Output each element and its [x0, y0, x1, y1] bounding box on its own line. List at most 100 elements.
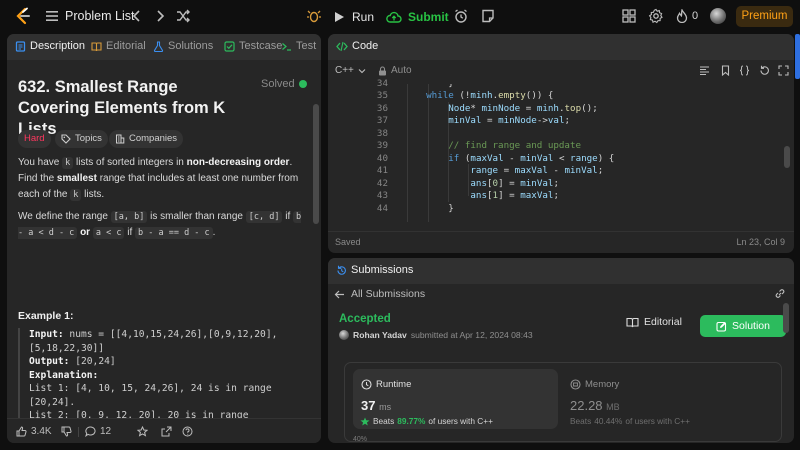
saved-status: Saved	[335, 237, 361, 247]
chevron-down-icon	[358, 67, 366, 75]
companies-button[interactable]: Companies	[109, 130, 184, 148]
fullscreen-icon[interactable]	[778, 65, 789, 76]
next-problem-icon[interactable]	[152, 8, 168, 24]
submit-button[interactable]: Submit	[386, 7, 449, 27]
submitter-avatar[interactable]	[339, 330, 349, 340]
curly-braces-icon[interactable]	[739, 65, 750, 76]
auto-mode-label: Auto	[391, 65, 412, 76]
page-scroll-indicator[interactable]	[795, 34, 800, 79]
premium-button[interactable]: Premium	[736, 6, 793, 27]
play-icon	[333, 11, 345, 23]
runtime-card[interactable]: Runtime 37 ms Beats 89.77% of users with…	[353, 369, 558, 429]
thumbs-down-icon[interactable]	[61, 426, 72, 437]
share-icon[interactable]	[161, 426, 172, 437]
beats-badge-icon	[360, 417, 370, 426]
tab-test-result[interactable]: Test	[281, 40, 316, 52]
code-line-36: Node* minNode = minh.top();	[448, 102, 598, 114]
help-icon[interactable]	[182, 426, 193, 437]
language-label: C++	[335, 65, 354, 76]
line-number: 35	[376, 90, 388, 101]
streak-counter[interactable]: 0	[676, 9, 698, 23]
code-brackets-icon	[336, 41, 348, 52]
user-avatar[interactable]	[710, 8, 726, 24]
runtime-label: Runtime	[376, 379, 412, 390]
run-button[interactable]: Run	[333, 7, 374, 27]
auto-mode[interactable]: Auto	[378, 65, 412, 76]
tab-editorial[interactable]: Editorial	[91, 40, 146, 52]
shuffle-icon[interactable]	[175, 8, 191, 24]
code-scrollbar[interactable]	[784, 146, 790, 168]
building-icon	[115, 134, 125, 144]
tab-solutions[interactable]: Solutions	[153, 40, 213, 52]
code-editor[interactable]: } while (!minh.empty()) { Node* minNode …	[404, 84, 784, 222]
layout-grid-icon[interactable]	[621, 8, 637, 24]
all-submissions-label: All Submissions	[351, 288, 426, 300]
arrow-left-icon	[334, 289, 345, 300]
tab-solutions-label: Solutions	[168, 40, 214, 52]
line-number: 41	[376, 165, 388, 176]
all-submissions-link[interactable]: All Submissions	[334, 288, 425, 300]
streak-count: 0	[692, 10, 699, 22]
line-number: 40	[376, 152, 388, 164]
star-icon[interactable]	[137, 426, 148, 437]
code-line-42: ans[0] = minVal;	[470, 177, 559, 189]
leetcode-logo-icon[interactable]	[14, 7, 32, 25]
settings-gear-icon[interactable]	[648, 8, 664, 24]
comment-count: 12	[100, 426, 112, 437]
code-line-40: if (maxVal - minVal < range) {	[448, 152, 615, 164]
editorial-button-label: Editorial	[644, 316, 682, 328]
line-number: 43	[376, 190, 388, 201]
topics-button[interactable]: Topics	[55, 130, 108, 148]
problem-list-icon[interactable]	[44, 8, 60, 24]
tag-icon	[61, 134, 71, 144]
top-bar: Problem List Run Submit 0 Premium	[0, 0, 800, 33]
notes-icon[interactable]	[480, 8, 496, 24]
tab-testcase[interactable]: Testcase	[224, 40, 282, 52]
code-line-43: ans[1] = maxVal;	[470, 190, 559, 201]
submitter-name[interactable]: Rohan Yadav	[353, 330, 407, 340]
like-button[interactable]: 3.4K	[16, 426, 52, 437]
flask-icon	[153, 40, 164, 52]
terminal-icon	[281, 41, 292, 52]
line-number: 42	[376, 177, 388, 189]
prev-problem-icon[interactable]	[129, 8, 145, 24]
description-tab-bar: Description Editorial Solutions Testcase…	[7, 34, 321, 60]
submissions-scrollbar[interactable]	[783, 303, 789, 333]
line-number: 34	[376, 78, 388, 89]
line-number: 37	[376, 115, 388, 126]
line-number-gutter: 34 35 36 37 38 39 40 41 42 43 44	[328, 78, 388, 222]
code-line-41: range = maxVal - minVal;	[470, 165, 604, 176]
tab-testcase-label: Testcase	[239, 40, 283, 52]
example-block: Input: nums = [[4,10,15,24,26],[0,9,12,2…	[18, 328, 310, 428]
description-scrollbar[interactable]	[313, 104, 319, 224]
submissions-panel: Submissions All Submissions Accepted Roh…	[328, 258, 794, 443]
memory-card[interactable]: Memory 22.28 MB Beats 40.44% of users wi…	[563, 369, 775, 429]
run-label: Run	[352, 10, 375, 24]
format-icon[interactable]	[699, 65, 710, 76]
runtime-beats: Beats 89.77% of users with C++	[360, 416, 493, 426]
like-count: 3.4K	[31, 426, 52, 437]
alarm-clock-icon[interactable]	[453, 8, 469, 24]
comment-icon	[85, 426, 96, 437]
code-panel-header: Code	[328, 34, 794, 60]
difficulty-badge[interactable]: Hard	[18, 130, 51, 148]
edit-pencil-icon	[716, 321, 727, 332]
flame-icon	[676, 9, 688, 23]
description-paragraph-1: You have k lists of sorted integers in n…	[18, 157, 299, 201]
link-icon[interactable]	[774, 288, 786, 299]
footer-divider	[78, 427, 79, 437]
language-select[interactable]: C++	[335, 65, 366, 76]
cursor-position: Ln 23, Col 9	[736, 237, 785, 247]
bookmark-icon[interactable]	[720, 65, 731, 76]
comments-button[interactable]: 12	[85, 426, 111, 437]
tab-description[interactable]: Description	[15, 40, 85, 52]
problem-list-link[interactable]: Problem List	[65, 9, 134, 23]
tab-test-result-label: Test	[296, 40, 317, 52]
debug-icon[interactable]	[306, 8, 322, 24]
solution-button[interactable]: Solution	[700, 315, 786, 337]
tab-submissions[interactable]: Submissions	[336, 264, 413, 276]
editorial-button[interactable]: Editorial	[626, 316, 682, 328]
reset-icon[interactable]	[759, 65, 770, 76]
distribution-axis-tick: 40%	[353, 436, 368, 443]
memory-label: Memory	[585, 379, 620, 390]
